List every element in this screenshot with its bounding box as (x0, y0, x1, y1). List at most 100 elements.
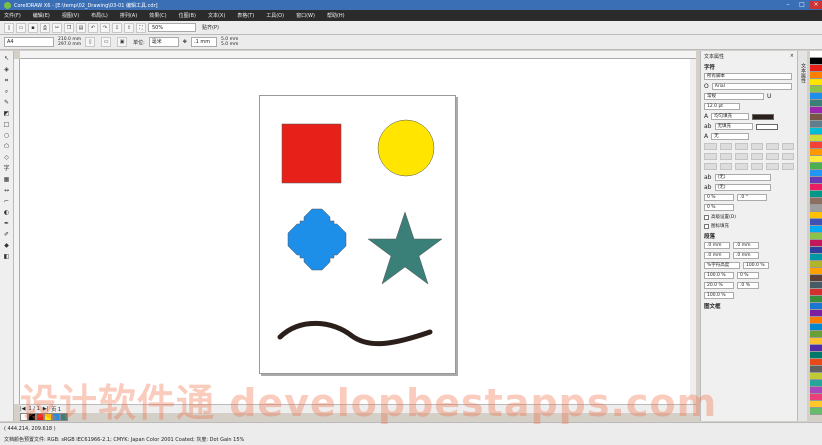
yellow-circle[interactable] (377, 119, 435, 177)
palette-swatch[interactable] (810, 65, 822, 72)
palette-swatch[interactable] (810, 387, 822, 394)
outline-select[interactable]: 无 (711, 133, 750, 140)
menu-view[interactable]: 视图(V) (62, 12, 79, 19)
dimension-tool-icon[interactable]: ↔ (2, 186, 12, 195)
effect-button[interactable] (719, 143, 732, 150)
landscape-icon[interactable]: ▭ (101, 37, 112, 47)
blend-tool-icon[interactable]: ◐ (2, 208, 12, 217)
effect-button[interactable] (781, 143, 794, 150)
palette-swatch[interactable] (810, 282, 822, 289)
palette-swatch[interactable] (810, 338, 822, 345)
freehand-tool-icon[interactable]: ✎ (2, 98, 12, 107)
brush-stroke-curve[interactable] (277, 320, 433, 347)
units-select[interactable]: 毫米 (148, 37, 179, 47)
palette-swatch[interactable] (810, 79, 822, 86)
effect-button[interactable] (735, 143, 748, 150)
effect-button[interactable] (735, 163, 748, 170)
kerning-field[interactable]: 0 % (704, 194, 734, 201)
redo-icon[interactable]: ↷ (100, 22, 110, 33)
nudge-field[interactable]: .1 mm (190, 37, 217, 47)
menu-file[interactable]: 文件(F) (4, 12, 21, 19)
effect-button[interactable] (750, 163, 763, 170)
effect-button[interactable] (750, 153, 763, 160)
palette-swatch[interactable] (810, 128, 822, 135)
palette-swatch[interactable] (810, 205, 822, 212)
open-icon[interactable]: ▭ (16, 22, 26, 33)
text-tool-icon[interactable]: 字 (2, 164, 12, 173)
palette-swatch[interactable] (810, 310, 822, 317)
palette-swatch[interactable] (810, 135, 822, 142)
palette-swatch[interactable] (810, 51, 822, 58)
snap-to-dropdown[interactable]: 贴齐(P) (202, 24, 219, 31)
indent-field-1[interactable]: .0 mm (704, 242, 730, 249)
palette-swatch[interactable] (810, 289, 822, 296)
red-square[interactable] (281, 123, 342, 184)
close-icon[interactable]: × (810, 1, 822, 9)
fill-type-select[interactable]: 均匀填充 (711, 113, 750, 120)
palette-swatch[interactable] (810, 247, 822, 254)
menu-window[interactable]: 窗口(W) (296, 12, 315, 19)
checkbox-box[interactable] (704, 223, 709, 229)
zoom-level-select[interactable]: 50% (148, 23, 196, 32)
palette-swatch[interactable] (810, 233, 822, 240)
palette-swatch[interactable] (810, 359, 822, 366)
char-angle-field[interactable]: .0 ° (737, 194, 767, 201)
outline-pen-icon[interactable]: ✐ (2, 230, 12, 239)
palette-swatch[interactable] (810, 191, 822, 198)
palette-swatch[interactable] (810, 114, 822, 121)
blue-cross-shape[interactable] (287, 208, 347, 271)
menu-help[interactable]: 帮助(H) (327, 12, 345, 19)
palette-swatch[interactable] (810, 149, 822, 156)
undo-icon[interactable]: ↶ (88, 22, 98, 33)
underline-icon[interactable]: U (767, 93, 771, 100)
after-spacing-field[interactable]: 0 % (737, 272, 759, 279)
connector-tool-icon[interactable]: ⌐ (2, 197, 12, 206)
cut-icon[interactable]: ✂ (52, 22, 62, 33)
indent-field-2[interactable]: .0 mm (733, 242, 759, 249)
palette-swatch[interactable] (810, 184, 822, 191)
palette-swatch[interactable] (810, 373, 822, 380)
pick-tool-icon[interactable]: ↖ (2, 54, 12, 63)
shape-tool-icon[interactable]: ◈ (2, 65, 12, 74)
save-icon[interactable]: ▪ (28, 22, 38, 33)
docker-close-icon[interactable]: × (790, 53, 794, 60)
palette-swatch[interactable] (810, 296, 822, 303)
effect-button[interactable] (704, 163, 717, 170)
zoom-tool-icon[interactable]: ⌕ (2, 87, 12, 96)
character-section-title[interactable]: 字符 (704, 63, 794, 71)
effect-button[interactable] (704, 143, 717, 150)
palette-swatch[interactable] (810, 394, 822, 401)
effect-button[interactable] (704, 153, 717, 160)
fill-tool-icon[interactable]: ◆ (2, 241, 12, 250)
indent-field-4[interactable]: .0 mm (733, 252, 759, 259)
advanced-checkbox[interactable]: 高级设置(D) (704, 214, 794, 220)
effect-button[interactable] (781, 153, 794, 160)
font-select[interactable]: Arial (711, 83, 792, 90)
effect-button[interactable] (766, 163, 779, 170)
table-tool-icon[interactable]: ▦ (2, 175, 12, 184)
paste-icon[interactable]: ▤ (76, 22, 86, 33)
print-icon[interactable]: ⎙ (40, 22, 50, 33)
effect-button[interactable] (766, 153, 779, 160)
palette-swatch[interactable] (810, 408, 822, 415)
new-document-icon[interactable]: ▯ (4, 22, 14, 33)
indent-field-3[interactable]: .0 mm (704, 252, 730, 259)
frame-section-title[interactable]: 图文框 (704, 302, 794, 310)
ellipse-tool-icon[interactable]: ○ (2, 131, 12, 140)
smart-fill-icon[interactable]: ◩ (2, 109, 12, 118)
rectangle-tool-icon[interactable]: □ (2, 120, 12, 129)
palette-swatch[interactable] (810, 86, 822, 93)
maximize-icon[interactable]: □ (796, 1, 808, 9)
palette-swatch[interactable] (810, 352, 822, 359)
palette-swatch[interactable] (810, 324, 822, 331)
portrait-icon[interactable]: ▯ (85, 37, 96, 47)
interactive-fill-icon[interactable]: ◧ (2, 252, 12, 261)
palette-swatch[interactable] (810, 156, 822, 163)
palette-swatch[interactable] (810, 177, 822, 184)
page-size-select[interactable]: A4 (4, 37, 54, 47)
copy-icon[interactable]: ❐ (64, 22, 74, 33)
palette-swatch[interactable] (810, 401, 822, 408)
export-icon[interactable]: ⇧ (124, 22, 134, 33)
fullscreen-icon[interactable]: ⛶ (136, 22, 146, 33)
palette-swatch[interactable] (810, 261, 822, 268)
